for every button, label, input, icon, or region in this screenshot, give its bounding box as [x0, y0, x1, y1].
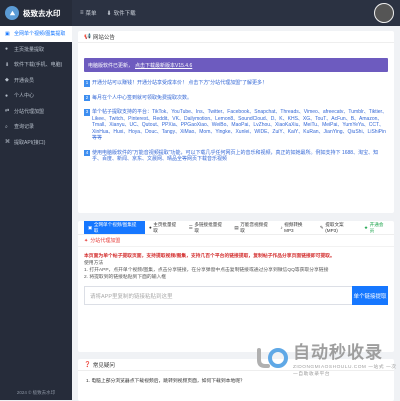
avatar[interactable]: [374, 3, 394, 23]
usage-title: 使用方法: [84, 261, 104, 266]
extract-tool-card: ▣ 全网单个视频/图集提取 ● 主页批量提取 ☰ 多链接批量提取 ▤ 万能音视频…: [78, 221, 394, 352]
tab-label: 万能音视频提取: [240, 221, 268, 233]
watermark-title: 自动秒收录: [293, 343, 383, 362]
download-icon: ⬇: [5, 61, 10, 68]
sidebar-item-single-extract[interactable]: ▣ 全网单个视频/图集提取: [0, 26, 72, 42]
tab-label: 全网单个视频/图集提取: [93, 221, 137, 233]
sidebar-item-label: 开通会员: [14, 77, 35, 84]
site-watermark: 自动秒收录 ZIDONGMIAOSHOULU.COM 一站式 一次 一自助收录平…: [256, 338, 400, 377]
search-icon: ⌕: [5, 123, 8, 130]
sidebar-item-homepage-batch[interactable]: ● 主页批量提取: [0, 42, 72, 58]
usage-step: 2. 将提取到的链接粘贴到下面的输入框: [84, 275, 167, 280]
sidebar-item-label: 主页批量提取: [14, 46, 45, 53]
tip-number: 2: [84, 94, 90, 101]
user-icon: ●: [5, 92, 9, 99]
megaphone-icon: 📢: [84, 33, 91, 40]
menu-icon: ≡: [80, 10, 84, 16]
sidebar-item-label: 个人中心: [14, 93, 35, 100]
sidebar: ▣ 全网单个视频/图集提取 ● 主页批量提取 ⬇ 软件下载(手机、电脑) ◆ 开…: [0, 26, 72, 400]
description-highlight: 本页面为单个帖子提取页面，支持提取视频/图集，支持几百个平台的链接提取，复制帖子…: [84, 254, 335, 259]
question-icon: ❓: [84, 361, 91, 368]
tab-label: 多链接批量提取: [194, 221, 222, 233]
announcement-header: 📢 网站公告: [78, 31, 394, 43]
star-icon: ★: [364, 224, 369, 230]
software-download-link[interactable]: ⬇ 软件下载: [106, 9, 136, 18]
fire-icon: ✦: [84, 237, 89, 244]
announcement-title: 网站公告: [92, 34, 115, 41]
music-icon: ♪: [280, 225, 283, 230]
logo-icon: [5, 6, 19, 20]
tab-label: 视频转换MP3: [284, 222, 303, 233]
download-latest-link[interactable]: 点击下载最新版本V15.4.6: [135, 62, 192, 69]
menu-toggle[interactable]: ≡ 菜单: [80, 9, 97, 17]
sidebar-item-membership[interactable]: ◆ 开通会员: [0, 73, 72, 89]
menu-label: 菜单: [85, 11, 97, 17]
sidebar-item-label: 提取API(接口): [14, 139, 46, 146]
file-icon: ▤: [234, 224, 239, 230]
tip-item: 3 单个帖子提取支持的平台：TikTok、YouTube、Ins、Twitter…: [84, 109, 388, 142]
film-icon: ▣: [88, 224, 93, 230]
sidebar-footer: 2024 © 极致去水印: [16, 390, 56, 395]
tab-multi-link[interactable]: ☰ 多链接批量提取: [185, 221, 231, 234]
notice-text: 电脑版软件已更新，: [88, 62, 134, 69]
extract-button[interactable]: 单个链接提取: [352, 286, 388, 305]
sidebar-item-api[interactable]: ⌘ 提取API(接口): [0, 135, 72, 151]
update-notice: 电脑版软件已更新， 点击下载最新版本V15.4.6: [84, 58, 388, 72]
sidebar-item-label: 分站代理加盟: [14, 108, 45, 115]
tip-text: 每月在个人中心签到就可领取免费提取次数。: [92, 94, 193, 101]
tool-tabs: ▣ 全网单个视频/图集提取 ● 主页批量提取 ☰ 多链接批量提取 ▤ 万能音视频…: [78, 221, 394, 235]
link-input-row: 请将APP里复制的链接粘贴到这里 单个链接提取: [84, 286, 388, 305]
watermark-subtitle: ZIDONGMIAOSHOULU.COM 一站式 一次 一自助收录平台: [293, 365, 397, 377]
link-input[interactable]: 请将APP里复制的链接粘贴到这里: [84, 286, 352, 305]
tab-label: 主页批量提取: [153, 221, 177, 233]
user-icon: ●: [5, 46, 9, 53]
tip-number: 3: [84, 109, 90, 116]
tip-text: 单个帖子提取支持的平台：TikTok、YouTube、Ins、Twitter、F…: [92, 109, 388, 141]
app-title: 极致去水印: [23, 8, 61, 18]
tab-video-to-mp3[interactable]: ♪ 视频转换MP3: [276, 221, 316, 234]
agent-join-label: 分站代理加盟: [90, 238, 121, 244]
tab-membership[interactable]: ★ 开通会员: [360, 221, 394, 234]
user-icon: ●: [148, 225, 152, 230]
tip-item: 1 开通分站可以赚钱！开通分站享受成本价！ 点击下方"分站代理加盟"了解更多！: [84, 80, 388, 87]
sidebar-item-software-download[interactable]: ⬇ 软件下载(手机、电脑): [0, 57, 72, 73]
top-bar: 极致去水印 ≡ 菜单 ⬇ 软件下载: [0, 0, 400, 26]
sidebar-item-profile[interactable]: ● 个人中心: [0, 88, 72, 104]
tip-text: 开通分站可以赚钱！开通分站享受成本价！ 点击下方"分站代理加盟"了解更多！: [92, 80, 267, 86]
sidebar-item-agent[interactable]: ⇄ 分站代理加盟: [0, 104, 72, 120]
top-nav: ≡ 菜单 ⬇ 软件下载: [72, 9, 146, 17]
sidebar-item-label: 查询记录: [14, 124, 35, 131]
tip-item: 4 使用电脑版软件的"万能音视频提取"功能，可以下载几乎任何网页上的音乐和视频，…: [84, 149, 388, 163]
tab-extract-text[interactable]: ✎ 提取文案(MP3): [316, 221, 360, 234]
sidebar-item-label: 全网单个视频/图集提取: [14, 31, 66, 38]
tip-number: 4: [84, 149, 90, 156]
sidebar-item-label: 软件下载(手机、电脑): [14, 62, 63, 69]
tip-item: 2 每月在个人中心签到就可领取免费提取次数。: [84, 94, 388, 101]
tab-homepage-batch[interactable]: ● 主页批量提取: [145, 221, 185, 234]
watermark-logo-icon: [256, 345, 290, 371]
usage-step: 1. 打开APP，点开单个视频/图集，点击分享链接，在分享弹窗中点击复制链接或通…: [84, 268, 329, 273]
sidebar-item-history[interactable]: ⌕ 查询记录: [0, 119, 72, 135]
agent-join-link[interactable]: ✦ 分站代理加盟: [78, 235, 394, 247]
watermark-text: 自动秒收录 ZIDONGMIAOSHOULU.COM 一站式 一次 一自助收录平…: [293, 338, 400, 377]
tag-icon: ◆: [5, 77, 9, 84]
tab-label: 提取文案(MP3): [325, 222, 344, 233]
code-icon: ⌘: [5, 139, 10, 146]
download-icon: ⬇: [106, 10, 112, 17]
list-icon: ☰: [188, 224, 193, 230]
tab-single-extract[interactable]: ▣ 全网单个视频/图集提取: [84, 221, 145, 234]
tool-description: 本页面为单个帖子提取页面，支持提取视频/图集，支持几百个平台的链接提取，复制帖子…: [78, 247, 394, 281]
software-download-label: 软件下载: [113, 11, 136, 17]
film-icon: ▣: [5, 30, 10, 37]
tip-number: 1: [84, 80, 90, 87]
faq-title: 常见疑问: [92, 362, 115, 369]
text-icon: ✎: [319, 224, 324, 230]
share-icon: ⇄: [5, 108, 10, 115]
tab-label: 开通会员: [369, 221, 384, 233]
tab-universal-extract[interactable]: ▤ 万能音视频提取: [230, 221, 276, 234]
announcement-card: 📢 网站公告 电脑版软件已更新， 点击下载最新版本V15.4.6 1 开通分站可…: [78, 31, 394, 213]
app-logo[interactable]: 极致去水印: [0, 0, 72, 26]
tip-text: 使用电脑版软件的"万能音视频提取"功能，可以下载几乎任何网页上的音乐和视频，真正…: [92, 149, 379, 163]
